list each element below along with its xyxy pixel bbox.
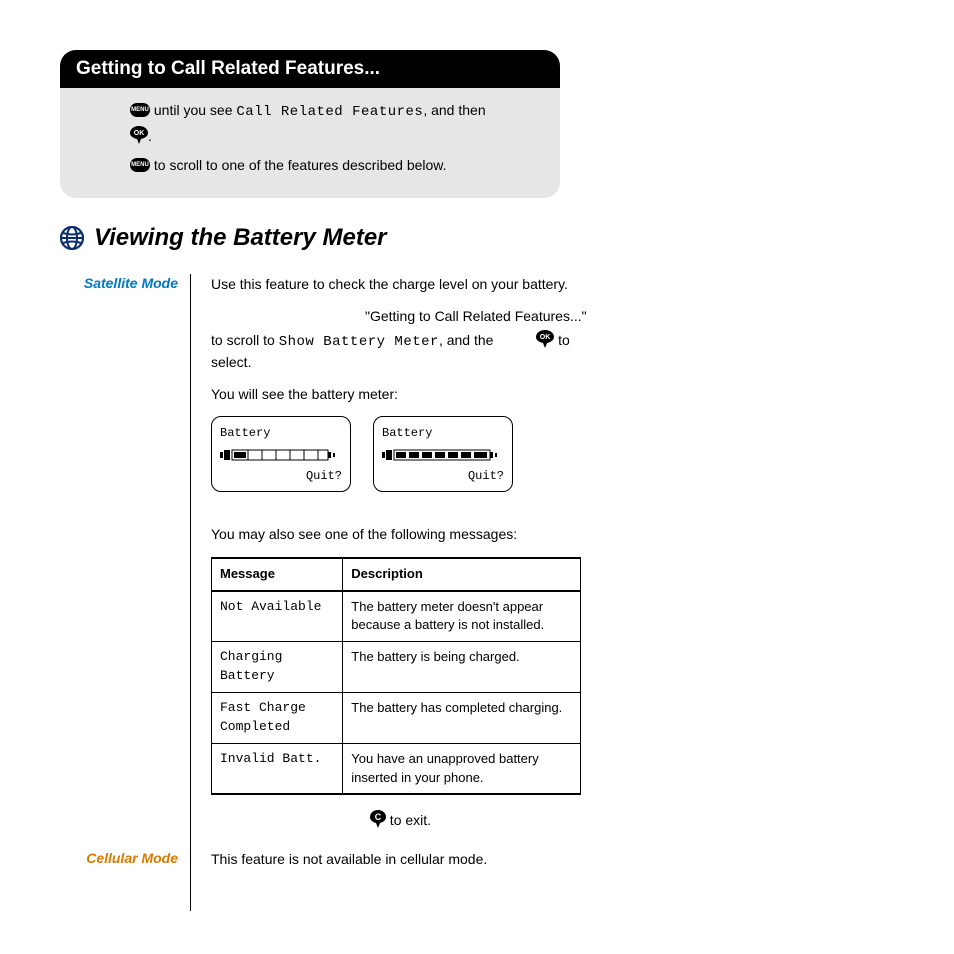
header-title: Getting to Call Related Features... xyxy=(76,58,380,79)
instruction-box: MENU until you see Call Related Features… xyxy=(60,88,560,198)
satellite-mode-label: Satellite Mode xyxy=(60,274,190,849)
msg-cell: Not Available xyxy=(212,591,343,642)
satellite-p1: Use this feature to check the charge lev… xyxy=(211,274,590,294)
cellular-mode-label: Cellular Mode xyxy=(60,849,190,911)
satellite-p3: You will see the battery meter: xyxy=(211,384,590,404)
instruction-line-1: MENU until you see Call Related Features… xyxy=(130,100,540,147)
globe-icon xyxy=(60,226,84,250)
lcd-label: Battery xyxy=(382,425,504,442)
msg-cell: Invalid Batt. xyxy=(212,743,343,794)
menu-icon: MENU xyxy=(130,158,150,172)
lcd-quit: Quit? xyxy=(220,468,342,485)
section-title: Viewing the Battery Meter xyxy=(94,224,387,252)
msg-cell: Charging Battery xyxy=(212,642,343,693)
lcd-screen-low: Battery Quit? xyxy=(211,416,351,492)
lcd-screens-row: Battery Quit? Batter xyxy=(211,416,590,492)
satellite-p2: xxxxxxxxxxxxxxxxxxxxxx"Getting to Call R… xyxy=(211,306,590,372)
c-icon: C xyxy=(370,810,386,833)
exit-instruction: C to exit. xyxy=(211,807,590,830)
cellular-content: This feature is not available in cellula… xyxy=(190,849,590,911)
section-header-bar: Getting to Call Related Features... xyxy=(60,50,560,88)
menu-icon: MENU xyxy=(130,103,150,117)
table-row: Charging Battery The battery is being ch… xyxy=(212,642,581,693)
desc-cell: The battery is being charged. xyxy=(343,642,581,693)
ok-icon: OK xyxy=(130,126,148,144)
cellular-text: This feature is not available in cellula… xyxy=(211,849,590,869)
ok-icon: OK xyxy=(536,330,554,348)
battery-bar-full-icon xyxy=(382,448,504,462)
svg-text:C: C xyxy=(375,812,382,822)
battery-bar-low-icon xyxy=(220,448,342,462)
satellite-block: Satellite Mode Use this feature to check… xyxy=(60,274,894,849)
col-message: Message xyxy=(212,558,343,591)
cellular-block: Cellular Mode This feature is not availa… xyxy=(60,849,894,911)
lcd-quit: Quit? xyxy=(382,468,504,485)
messages-table: Message Description Not Available The ba… xyxy=(211,557,581,796)
satellite-p4: You may also see one of the following me… xyxy=(211,524,590,544)
lcd-screen-full: Battery Quit? xyxy=(373,416,513,492)
table-row: Not Available The battery meter doesn't … xyxy=(212,591,581,642)
table-row: Invalid Batt. You have an unapproved bat… xyxy=(212,743,581,794)
section-heading-row: Viewing the Battery Meter xyxy=(60,224,894,252)
svg-text:OK: OK xyxy=(540,334,551,341)
svg-text:OK: OK xyxy=(134,130,145,137)
table-row: Fast Charge Completed The battery has co… xyxy=(212,693,581,744)
table-header-row: Message Description xyxy=(212,558,581,591)
col-description: Description xyxy=(343,558,581,591)
desc-cell: The battery meter doesn't appear because… xyxy=(343,591,581,642)
desc-cell: You have an unapproved battery inserted … xyxy=(343,743,581,794)
msg-cell: Fast Charge Completed xyxy=(212,693,343,744)
desc-cell: The battery has completed charging. xyxy=(343,693,581,744)
instruction-line-2: MENU to scroll to one of the features de… xyxy=(130,155,540,176)
lcd-label: Battery xyxy=(220,425,342,442)
satellite-content: Use this feature to check the charge lev… xyxy=(190,274,590,849)
